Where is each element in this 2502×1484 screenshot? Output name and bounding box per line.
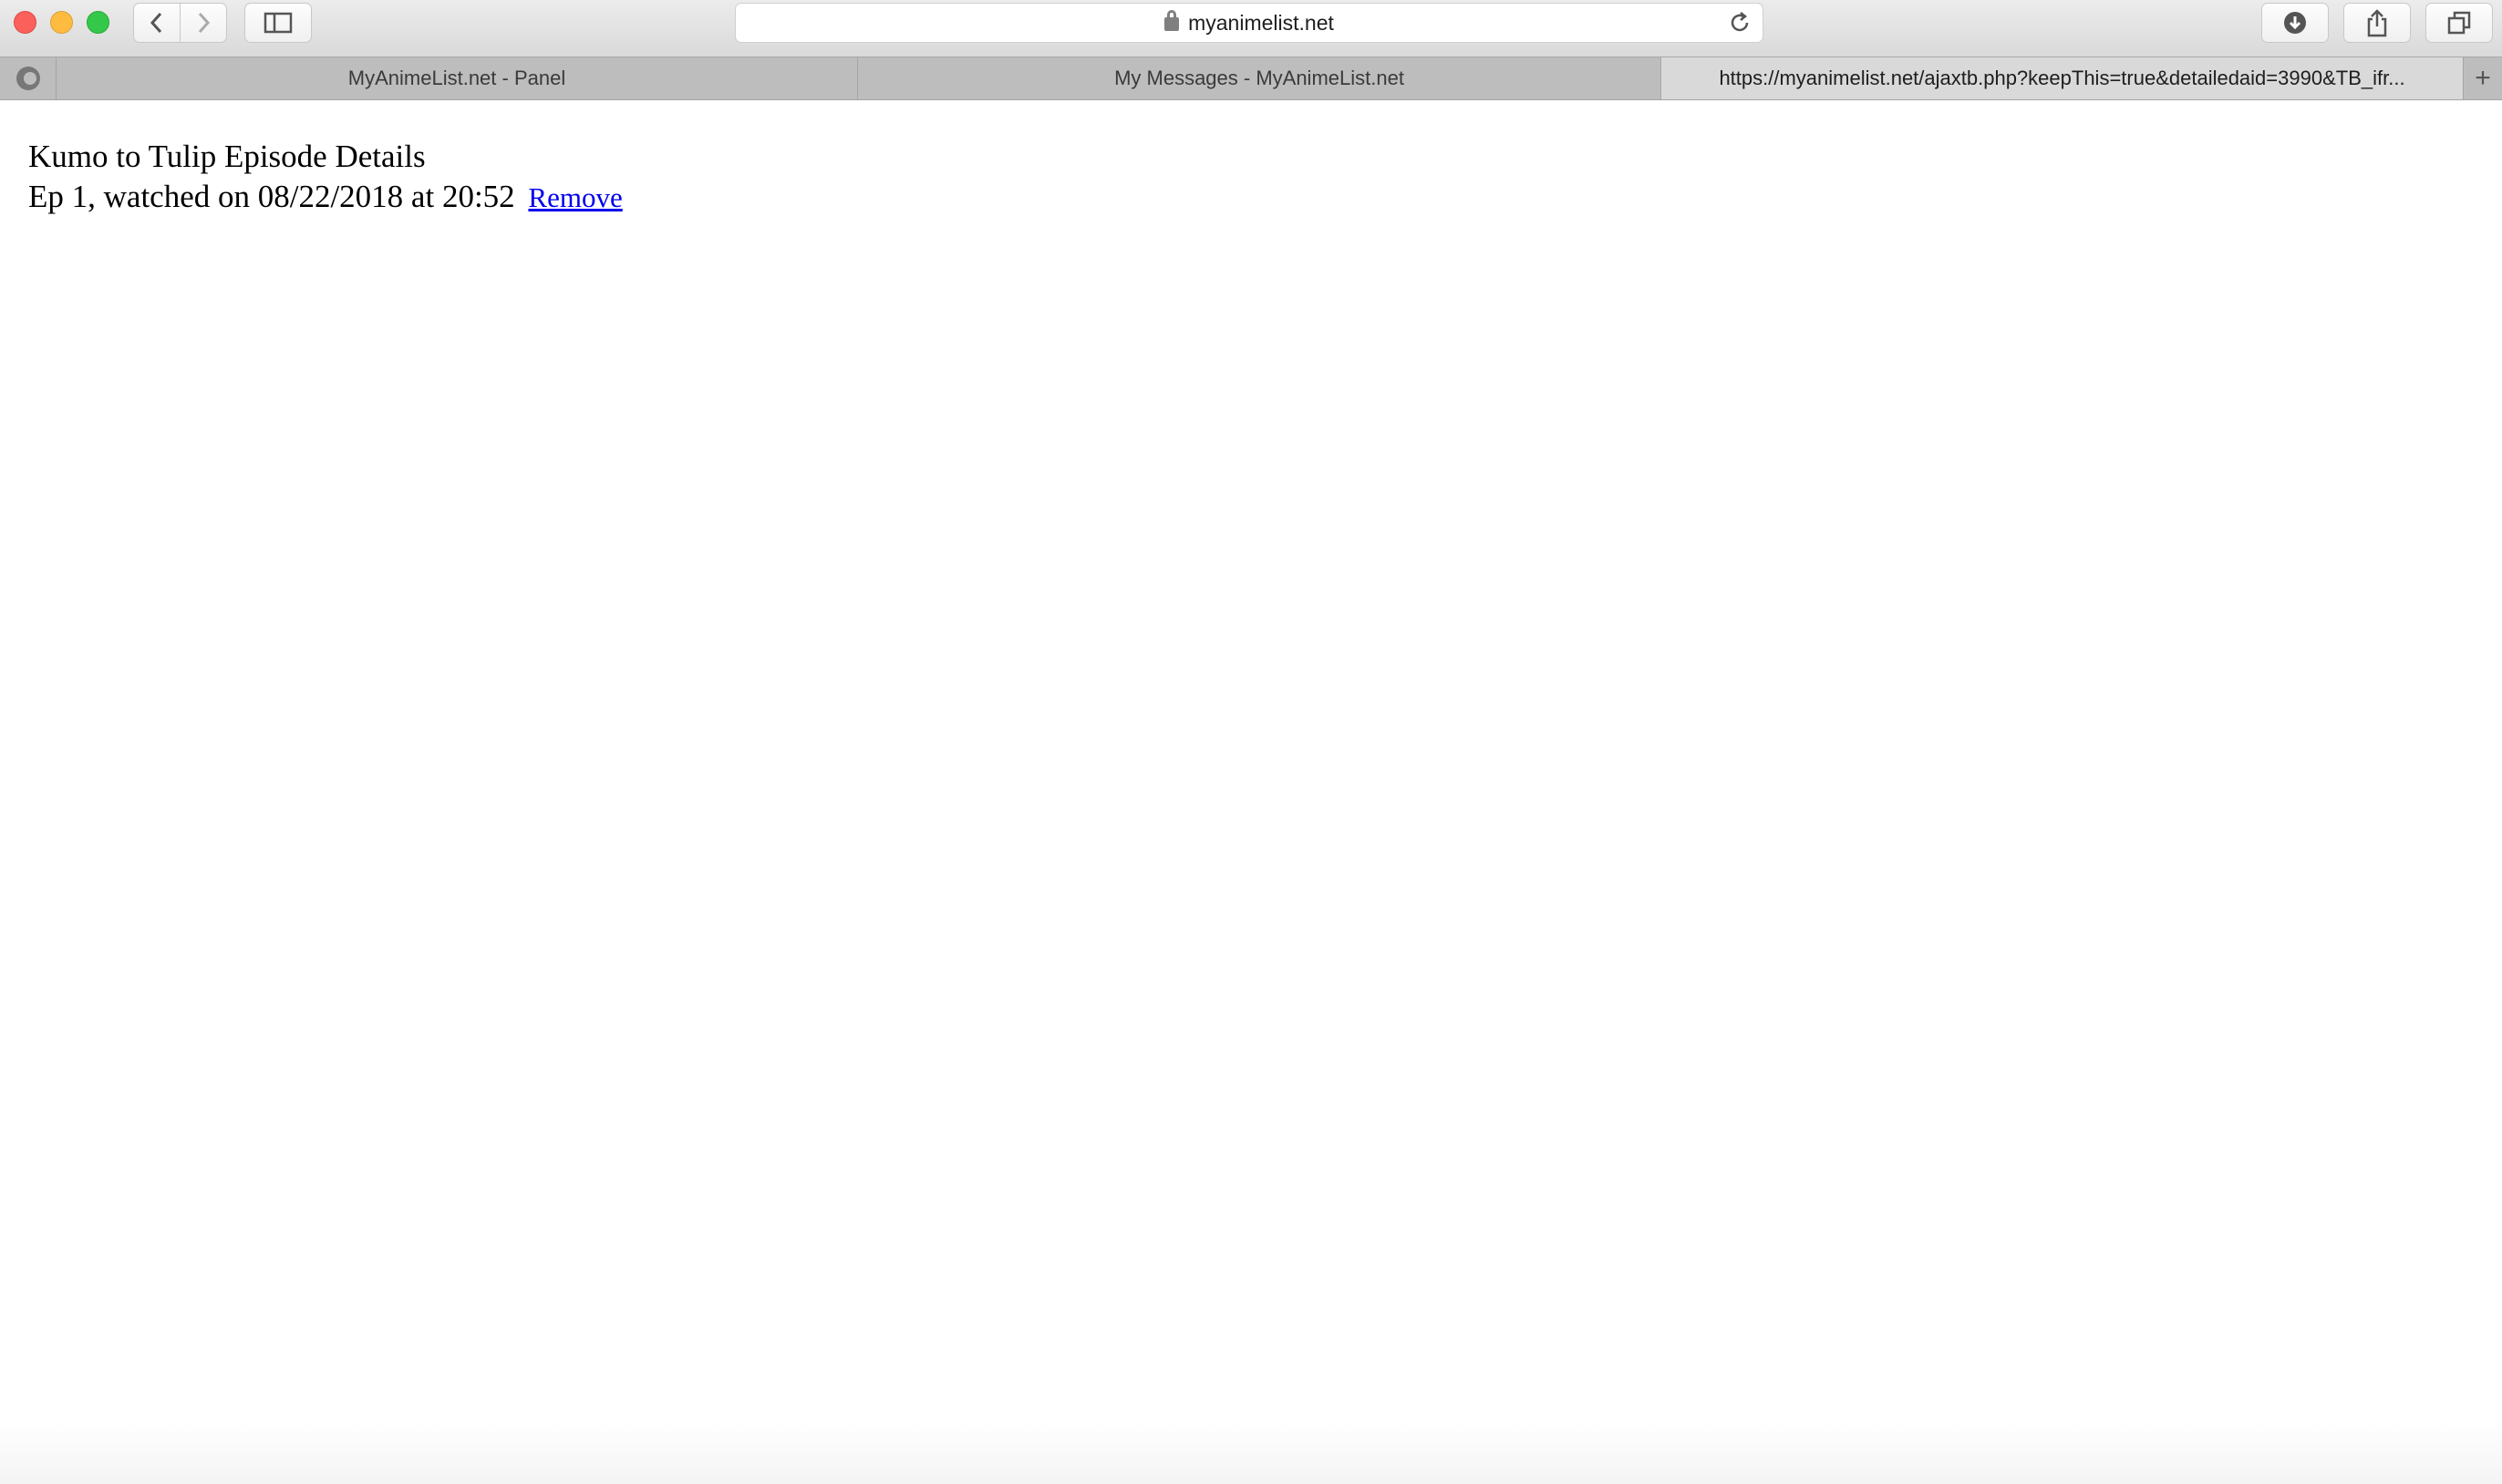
tab-messages[interactable]: My Messages - MyAnimeList.net [858,57,1661,99]
back-button[interactable] [133,3,181,43]
page-title: Kumo to Tulip Episode Details [28,139,426,174]
new-tab-button[interactable]: + [2464,57,2502,99]
browser-titlebar: myanimelist.net [0,0,2502,57]
lock-icon [1164,9,1180,31]
chevron-left-icon [150,12,162,34]
sidebar-toggle-button[interactable] [244,3,312,43]
reload-icon[interactable] [1728,11,1752,35]
window-maximize-button[interactable] [87,11,109,34]
tab-label: MyAnimeList.net - Panel [347,67,566,89]
sidebar-icon [264,12,293,34]
share-icon [2367,9,2387,37]
bottom-shadow [0,1420,2502,1484]
tab-active[interactable]: https://myanimelist.net/ajaxtb.php?keepT… [1661,57,2464,99]
tab-label: https://myanimelist.net/ajaxtb.php?keepT… [1719,67,2405,89]
share-button[interactable] [2343,3,2411,43]
tab-panel[interactable]: MyAnimeList.net - Panel [57,57,858,99]
tab-label: My Messages - MyAnimeList.net [1114,67,1404,89]
pinned-site-icon [16,67,40,90]
download-icon [2284,12,2306,34]
plus-icon: + [2475,63,2491,93]
window-close-button[interactable] [14,11,36,34]
window-minimize-button[interactable] [50,11,73,34]
forward-button[interactable] [180,3,227,43]
address-text: myanimelist.net [1188,10,1334,35]
episode-entry: Ep 1, watched on 08/22/2018 at 20:52 Rem… [28,179,623,215]
address-bar[interactable]: myanimelist.net [735,3,1763,43]
page-content: Kumo to Tulip Episode Details Ep 1, watc… [0,100,2502,1484]
tabs-overview-icon [2447,11,2471,35]
chevron-right-icon [198,12,211,34]
downloads-button[interactable] [2261,3,2329,43]
show-all-tabs-button[interactable] [2425,3,2493,43]
pinned-tab[interactable] [0,57,57,99]
remove-link[interactable]: Remove [528,181,622,213]
episode-text: Ep 1, watched on 08/22/2018 at 20:52 [28,179,515,214]
tab-bar: MyAnimeList.net - Panel My Messages - My… [0,57,2502,100]
